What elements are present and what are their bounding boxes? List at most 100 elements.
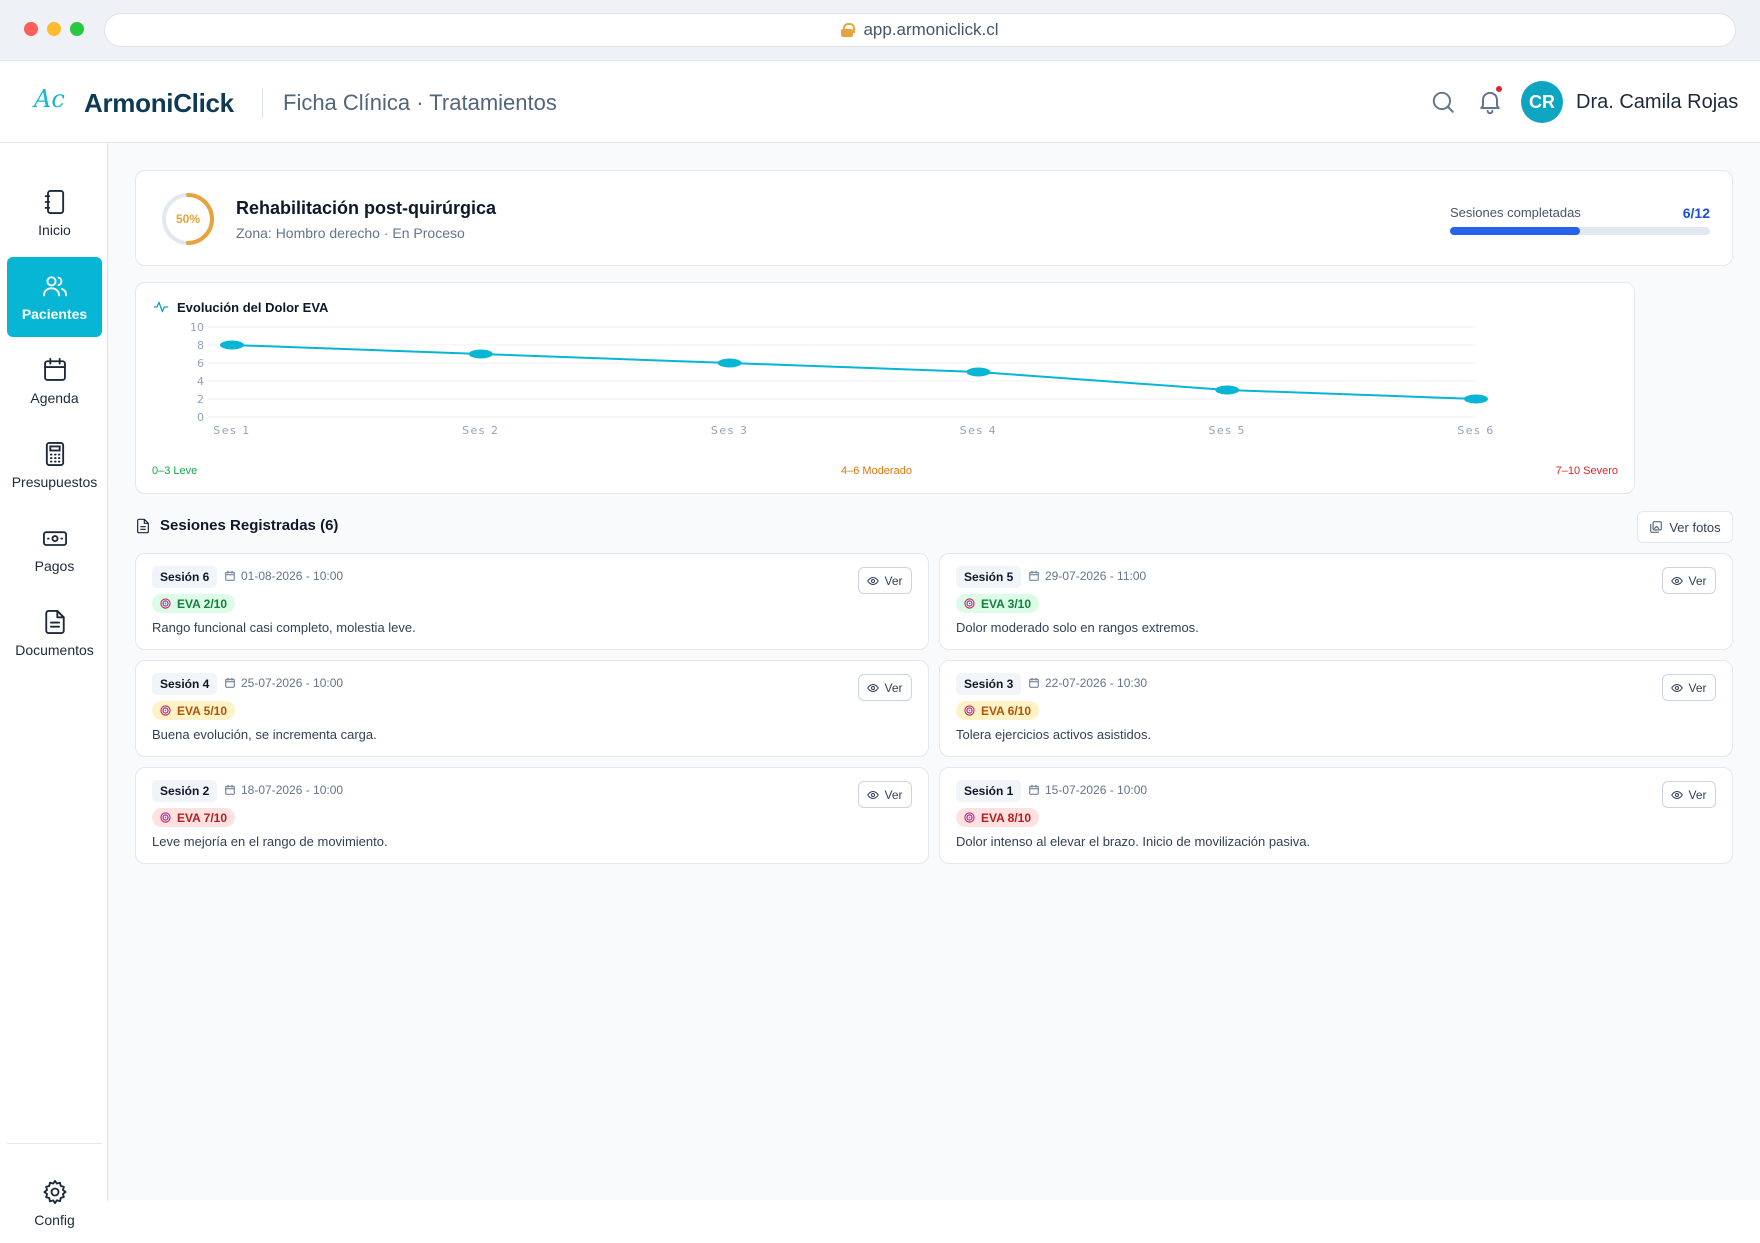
session-number: Sesión 4: [152, 673, 218, 695]
session-date: 01-08-2026 - 10:00: [224, 569, 343, 583]
avatar[interactable]: CR: [1521, 81, 1563, 123]
eva-badge: EVA 6/10: [956, 701, 1040, 720]
view-session-label: Ver: [884, 573, 903, 588]
sidebar-item-label: Presupuestos: [11, 474, 98, 490]
lock-icon: [841, 23, 856, 37]
sidebar-item-pacientes[interactable]: Pacientes: [7, 257, 102, 337]
view-session-button[interactable]: Ver: [858, 781, 912, 808]
session-date-text: 18-07-2026 - 10:00: [241, 783, 344, 797]
eva-text: EVA 5/10: [177, 703, 228, 718]
sessions-title: Sesiones Registradas (6): [160, 517, 339, 534]
calendar-icon: [225, 677, 235, 688]
chart-data-point[interactable]: [220, 340, 244, 350]
treatment-title: Rehabilitación post-quirúrgica: [236, 198, 497, 218]
calendar-icon: [225, 784, 235, 795]
close-window-button[interactable]: [24, 22, 38, 36]
eye-icon: [1671, 790, 1684, 799]
session-date-text: 15-07-2026 - 10:00: [1045, 783, 1148, 797]
browser-titlebar: app.armoniclick.cl: [0, 0, 1760, 60]
eye-icon: [867, 683, 880, 692]
users-icon: [42, 276, 67, 297]
chart-title: Evolución del Dolor EVA: [177, 299, 329, 315]
brand-name[interactable]: ArmoniClick: [84, 88, 234, 119]
chart-data-point[interactable]: [1464, 394, 1488, 404]
calendar-icon: [225, 570, 235, 581]
eva-text: EVA 7/10: [177, 810, 228, 825]
eye-icon: [1671, 683, 1684, 692]
session-number: Sesión 1: [956, 780, 1022, 802]
eva-text: EVA 3/10: [981, 596, 1032, 611]
session-date: 18-07-2026 - 10:00: [224, 783, 343, 797]
session-date: 29-07-2026 - 11:00: [1028, 569, 1146, 583]
y-tick-label: 6: [197, 357, 204, 370]
document-icon: [44, 609, 65, 635]
chart-data-point[interactable]: [717, 358, 742, 368]
view-session-label: Ver: [884, 787, 903, 802]
view-session-label: Ver: [1688, 787, 1707, 802]
sidebar-item-config[interactable]: Config: [7, 1163, 102, 1243]
target-icon: [964, 812, 975, 823]
user-name[interactable]: Dra. Camila Rojas: [1576, 91, 1738, 114]
logo-icon[interactable]: Ac: [34, 85, 65, 115]
sessions-progress-label: Sesiones completadas: [1450, 205, 1581, 220]
eye-icon: [867, 790, 880, 799]
chart-data-point[interactable]: [468, 349, 493, 359]
session-note: Dolor moderado solo en rangos extremos.: [956, 620, 1199, 635]
sidebar-item-label: Documentos: [15, 642, 94, 658]
view-session-button[interactable]: Ver: [1662, 674, 1716, 701]
session-note: Rango funcional casi completo, molestia …: [152, 620, 416, 635]
sidebar-item-pagos[interactable]: Pagos: [7, 509, 102, 589]
eva-text: EVA 8/10: [981, 810, 1032, 825]
x-tick-label: Ses 2: [462, 424, 499, 437]
view-photos-button[interactable]: Ver fotos: [1637, 511, 1733, 543]
activity-icon: [153, 301, 169, 313]
x-tick-label: Ses 6: [1457, 424, 1494, 437]
app-container: Ac ArmoniClick Ficha Clínica · Tratamien…: [0, 60, 1760, 1228]
view-session-button[interactable]: Ver: [1662, 567, 1716, 594]
eye-icon: [1671, 576, 1684, 585]
sessions-progress-count: 6/12: [1682, 205, 1710, 221]
search-icon[interactable]: [1430, 89, 1456, 115]
x-tick-label: Ses 1: [213, 424, 250, 437]
session-card: Sesión 5 29-07-2026 - 11:00 EVA 3/10 Dolor …: [939, 553, 1733, 650]
session-note: Leve mejoría en el rango de movimiento.: [152, 834, 388, 849]
session-card: Sesión 6 01-08-2026 - 10:00 EVA 2/10 Rango …: [135, 553, 929, 650]
sessions-header: Sesiones Registradas (6): [136, 517, 338, 534]
view-session-button[interactable]: Ver: [858, 674, 912, 701]
sidebar: Inicio Pacientes Agenda Presupuestos Pag…: [0, 143, 108, 1228]
treatment-subtitle: Zona: Hombro derecho · En Proceso: [236, 225, 465, 241]
x-tick-label: Ses 5: [1208, 424, 1245, 437]
calculator-icon: [45, 441, 64, 467]
view-session-button[interactable]: Ver: [858, 567, 912, 594]
sidebar-item-documentos[interactable]: Documentos: [7, 593, 102, 673]
session-card: Sesión 4 25-07-2026 - 10:00 EVA 5/10 Buena …: [135, 660, 929, 757]
view-session-button[interactable]: Ver: [1662, 781, 1716, 808]
session-date-text: 25-07-2026 - 10:00: [241, 676, 344, 690]
sidebar-item-agenda[interactable]: Agenda: [7, 341, 102, 421]
session-number: Sesión 5: [956, 566, 1022, 588]
eva-badge: EVA 3/10: [956, 594, 1040, 613]
sidebar-item-label: Pagos: [34, 558, 75, 574]
session-date-text: 29-07-2026 - 11:00: [1045, 569, 1147, 583]
eva-badge: EVA 8/10: [956, 808, 1040, 827]
legend-severe: 7–10 Severo: [1555, 465, 1618, 477]
sidebar-item-label: Config: [34, 1212, 75, 1228]
sidebar-item-inicio[interactable]: Inicio: [7, 173, 102, 253]
maximize-window-button[interactable]: [70, 22, 84, 36]
session-note: Tolera ejercicios activos asistidos.: [956, 727, 1152, 742]
sidebar-item-presupuestos[interactable]: Presupuestos: [7, 425, 102, 505]
sidebar-item-label: Pacientes: [21, 306, 88, 322]
view-session-label: Ver: [884, 680, 903, 695]
target-icon: [160, 705, 171, 716]
chart-data-point[interactable]: [966, 367, 991, 377]
treatment-summary-card: 50% Rehabilitación post-quirúrgica Zona:…: [135, 170, 1733, 266]
notebook-icon: [44, 189, 64, 215]
minimize-window-button[interactable]: [47, 22, 61, 36]
session-card: Sesión 1 15-07-2026 - 10:00 EVA 8/10 Dolor …: [939, 767, 1733, 864]
sidebar-divider: [7, 1143, 102, 1144]
url-text: app.armoniclick.cl: [863, 20, 999, 39]
address-bar[interactable]: app.armoniclick.cl: [104, 13, 1736, 47]
view-session-label: Ver: [1688, 680, 1707, 695]
chart-data-point[interactable]: [1215, 385, 1240, 395]
calendar-icon: [43, 357, 66, 381]
